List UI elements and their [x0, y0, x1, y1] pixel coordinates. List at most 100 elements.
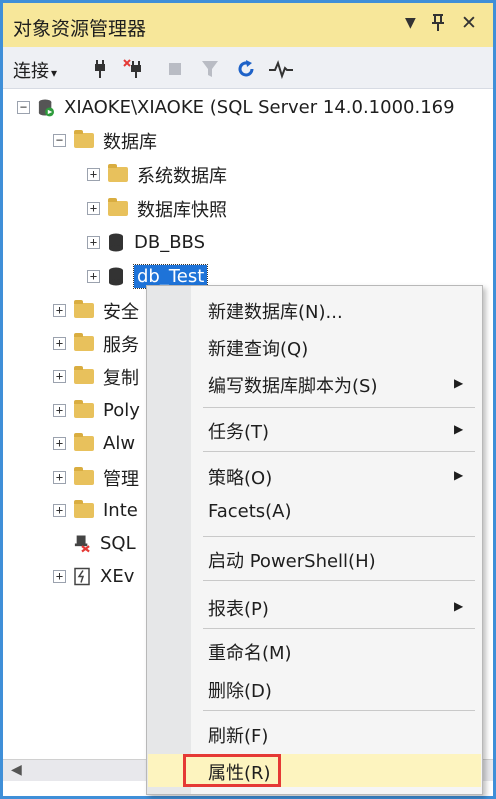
- folder-icon: [74, 300, 94, 318]
- tree-node-databases[interactable]: − 数据库: [53, 124, 157, 157]
- stop-icon[interactable]: [168, 59, 182, 81]
- tree-node-polybase[interactable]: + Poly: [53, 394, 140, 427]
- menu-separator: [203, 710, 475, 711]
- tree-node-db-bbs[interactable]: + DB_BBS: [87, 226, 205, 259]
- tree-label-system-databases: 系统数据库: [137, 165, 227, 187]
- expand-icon[interactable]: +: [87, 202, 100, 215]
- tree-node-system-databases[interactable]: + 系统数据库: [87, 158, 227, 191]
- disconnect-plug-icon[interactable]: [123, 59, 143, 83]
- window-position-dropdown-icon[interactable]: ▼: [405, 15, 416, 31]
- menu-item-label: Facets(A): [208, 501, 292, 522]
- folder-icon: [74, 500, 94, 518]
- close-icon[interactable]: ✕: [461, 12, 477, 34]
- folder-icon: [74, 400, 94, 418]
- menu-item-facets[interactable]: Facets(A): [148, 496, 481, 529]
- menu-item-reports[interactable]: 报表(P) ▶: [148, 590, 481, 623]
- expand-icon[interactable]: +: [53, 337, 66, 350]
- menu-item-properties[interactable]: 属性(R): [148, 754, 481, 787]
- pin-icon[interactable]: [431, 12, 445, 37]
- sql-agent-disabled-icon: [74, 535, 90, 553]
- menu-item-script-database-as[interactable]: 编写数据库脚本为(S) ▶: [148, 367, 481, 400]
- title-bar: 对象资源管理器 ▼ ✕: [3, 3, 493, 47]
- collapse-icon[interactable]: −: [17, 101, 30, 114]
- expand-icon[interactable]: +: [87, 270, 100, 283]
- expand-icon[interactable]: +: [53, 437, 66, 450]
- annotation-highlight-box: [183, 754, 281, 787]
- folder-icon: [74, 433, 94, 451]
- tree-node-integration[interactable]: + Inte: [53, 494, 138, 527]
- folder-icon: [74, 467, 94, 485]
- filter-icon[interactable]: [201, 59, 219, 83]
- expand-icon[interactable]: +: [53, 570, 66, 583]
- connect-button[interactable]: 连接 ▾: [13, 57, 57, 83]
- database-icon: [109, 233, 123, 252]
- expand-icon[interactable]: +: [87, 236, 100, 249]
- connect-plug-icon[interactable]: [93, 59, 107, 83]
- menu-item-new-query[interactable]: 新建查询(Q): [148, 330, 481, 363]
- menu-separator: [203, 536, 475, 537]
- connect-label: 连接: [13, 61, 49, 82]
- tree-label-server: XIAOKE\XIAOKE (SQL Server 14.0.1000.169: [64, 97, 455, 118]
- menu-item-policies[interactable]: 策略(O) ▶: [148, 459, 481, 492]
- submenu-arrow-icon: ▶: [454, 599, 464, 613]
- menu-separator: [203, 451, 475, 452]
- tree-label-xevent: XEv: [100, 566, 135, 587]
- menu-separator: [203, 628, 475, 629]
- context-menu: 新建数据库(N)... 新建查询(Q) 编写数据库脚本为(S) ▶ 任务(T) …: [146, 285, 483, 795]
- menu-item-new-database[interactable]: 新建数据库(N)...: [148, 293, 481, 326]
- chevron-down-icon: ▾: [51, 66, 58, 80]
- menu-item-delete[interactable]: 删除(D): [148, 672, 481, 705]
- submenu-arrow-icon: ▶: [454, 422, 464, 436]
- menu-item-start-powershell[interactable]: 启动 PowerShell(H): [148, 542, 481, 575]
- tree-label-snapshots: 数据库快照: [137, 199, 227, 221]
- tree-node-server-objects[interactable]: + 服务: [53, 327, 139, 360]
- tree-node-server[interactable]: − XIAOKE\XIAOKE (SQL Server 14.0.1000.16…: [17, 91, 455, 124]
- menu-item-label: 编写数据库脚本为(S): [208, 376, 378, 397]
- tree-label-polybase: Poly: [103, 400, 140, 421]
- expand-icon[interactable]: +: [53, 370, 66, 383]
- scroll-left-icon[interactable]: ◀: [11, 762, 22, 778]
- menu-item-rename[interactable]: 重命名(M): [148, 634, 481, 667]
- tree-node-xevent[interactable]: + XEv: [53, 560, 134, 593]
- server-icon: [38, 99, 54, 117]
- tree-node-always-on[interactable]: + Alw: [53, 427, 135, 460]
- xevent-profiler-icon: [74, 567, 90, 586]
- menu-item-label: 重命名(M): [208, 643, 292, 664]
- expand-icon[interactable]: +: [53, 471, 66, 484]
- submenu-arrow-icon: ▶: [454, 376, 464, 390]
- collapse-icon[interactable]: −: [53, 134, 66, 147]
- menu-item-tasks[interactable]: 任务(T) ▶: [148, 413, 481, 446]
- activity-monitor-icon[interactable]: [268, 59, 294, 83]
- tree-label-security: 安全: [103, 301, 139, 323]
- tree-label-db-bbs: DB_BBS: [134, 232, 206, 253]
- folder-icon: [74, 130, 94, 148]
- tree-label-integration: Inte: [103, 500, 138, 521]
- expand-icon[interactable]: +: [53, 504, 66, 517]
- tree-node-replication[interactable]: + 复制: [53, 360, 139, 393]
- tree-label-databases: 数据库: [103, 131, 157, 153]
- refresh-icon[interactable]: [236, 59, 256, 83]
- tree-node-management[interactable]: + 管理: [53, 461, 139, 494]
- folder-icon: [74, 366, 94, 384]
- tree-node-snapshots[interactable]: + 数据库快照: [87, 192, 227, 225]
- menu-item-label: 刷新(F): [208, 726, 269, 747]
- database-icon: [109, 267, 123, 286]
- menu-item-label: 任务(T): [208, 422, 270, 443]
- expand-icon[interactable]: +: [87, 168, 100, 181]
- menu-item-label: 启动 PowerShell(H): [208, 551, 376, 572]
- tree-label-management: 管理: [103, 468, 139, 490]
- folder-icon: [108, 198, 128, 216]
- menu-separator: [203, 580, 475, 581]
- expand-icon[interactable]: +: [53, 304, 66, 317]
- tree-node-security[interactable]: + 安全: [53, 294, 139, 327]
- tree-label-server-objects: 服务: [103, 334, 139, 356]
- menu-separator: [203, 407, 475, 408]
- menu-item-refresh[interactable]: 刷新(F): [148, 717, 481, 750]
- tree-node-sql-agent[interactable]: SQL: [53, 527, 136, 560]
- menu-item-label: 策略(O): [208, 468, 273, 489]
- tree-label-always-on: Alw: [103, 433, 136, 454]
- window-title: 对象资源管理器: [13, 18, 147, 40]
- tree-label-sql-agent: SQL: [100, 533, 136, 554]
- expand-icon[interactable]: +: [53, 404, 66, 417]
- menu-item-label: 删除(D): [208, 681, 272, 702]
